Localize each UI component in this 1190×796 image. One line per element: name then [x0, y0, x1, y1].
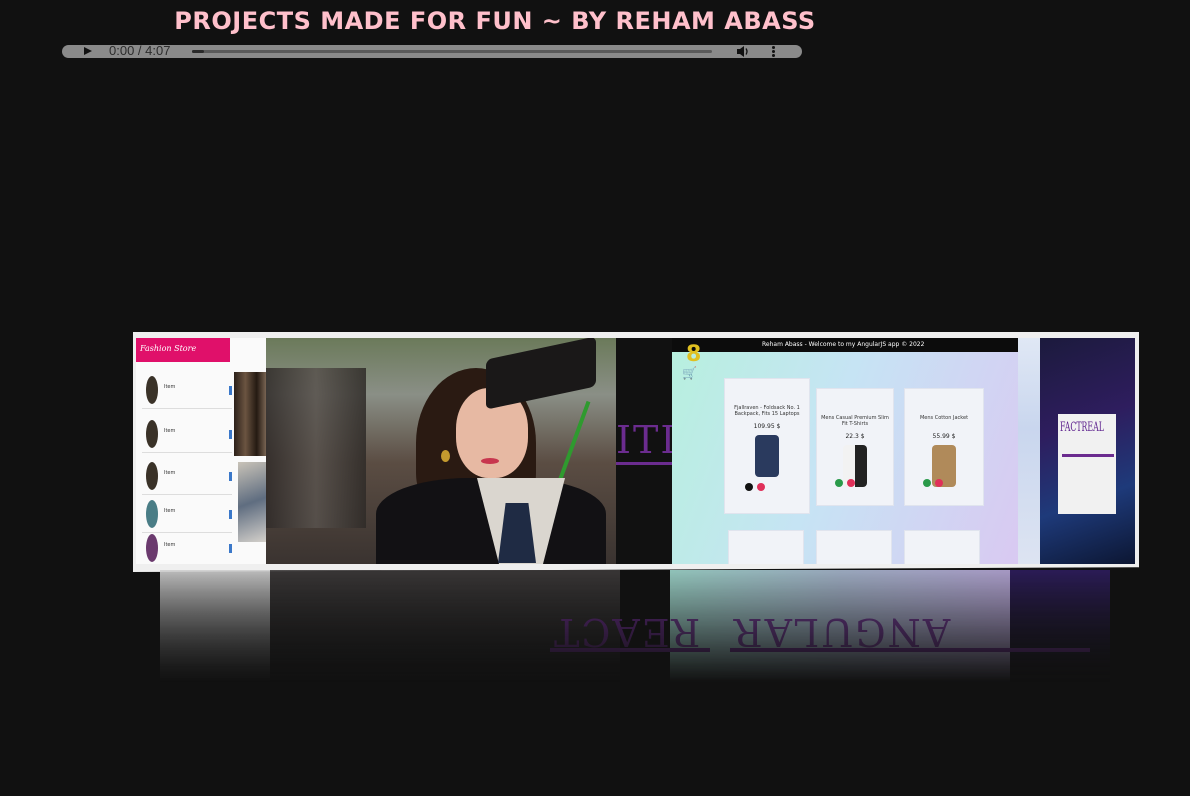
- reflection-underline: [730, 648, 1090, 652]
- product-price: 55.99 $: [932, 433, 956, 440]
- store-header: Fashion Store: [136, 338, 230, 362]
- view-button[interactable]: [745, 483, 753, 491]
- product-name: Mens Casual Premium Slim Fit T-Shirts: [821, 415, 889, 427]
- delete-button[interactable]: [935, 479, 943, 487]
- product-image: [234, 372, 266, 456]
- profile-photo: [266, 338, 616, 564]
- delete-button[interactable]: [847, 479, 855, 487]
- project-card-angular[interactable]: Reham Abass - Welcome to my AngularJS ap…: [672, 338, 1018, 564]
- play-icon[interactable]: [84, 47, 92, 55]
- audio-player[interactable]: 0:00 / 4:07: [62, 43, 802, 58]
- seek-bar[interactable]: [192, 50, 712, 53]
- list-item: Item: [142, 416, 232, 453]
- product-price: 109.95 $: [753, 423, 781, 430]
- volume-icon[interactable]: [736, 45, 750, 58]
- product-image: [755, 435, 779, 477]
- page: PROJECTS MADE FOR FUN ~ BY REHAM ABASS 0…: [0, 0, 1190, 796]
- react-content-box: FACTREAL: [1058, 414, 1116, 514]
- react-sidebar: [1018, 338, 1040, 564]
- carousel-reflection: REACT ANGULAR: [160, 570, 1110, 682]
- product-card[interactable]: Mens Cotton Jacket 55.99 $: [904, 388, 984, 506]
- product-card[interactable]: Fjallraven - Foldsack No. 1 Backpack, Fi…: [724, 378, 810, 514]
- angular-header-text: Reham Abass - Welcome to my AngularJS ap…: [762, 341, 925, 348]
- iti-label: ITI: [616, 418, 672, 462]
- product-card[interactable]: [728, 530, 804, 564]
- more-options-icon[interactable]: [772, 46, 776, 57]
- list-item: Item: [142, 372, 232, 409]
- product-name: Mens Cotton Jacket: [919, 415, 969, 421]
- cart-icon[interactable]: 🛒: [682, 366, 697, 380]
- product-card[interactable]: [904, 530, 980, 564]
- product-card[interactable]: [816, 530, 892, 564]
- graduation-cap: [486, 338, 596, 410]
- product-name: Fjallraven - Foldsack No. 1 Backpack, Fi…: [734, 405, 800, 417]
- list-item: Item: [142, 458, 232, 495]
- product-card[interactable]: Mens Casual Premium Slim Fit T-Shirts 22…: [816, 388, 894, 506]
- project-card-store[interactable]: Fashion Store Item Item Item Item Item: [136, 338, 266, 564]
- delete-button[interactable]: [757, 483, 765, 491]
- react-underline: [1062, 454, 1114, 457]
- view-button[interactable]: [835, 479, 843, 487]
- list-item: Item: [142, 530, 232, 564]
- product-price: 22.3 $: [845, 433, 865, 440]
- angular-header: Reham Abass - Welcome to my AngularJS ap…: [672, 338, 1018, 352]
- time-display: 0:00 / 4:07: [109, 43, 171, 58]
- list-item: Item: [142, 496, 232, 533]
- product-image: [238, 462, 266, 542]
- seek-bar-fill: [192, 50, 204, 53]
- page-title: PROJECTS MADE FOR FUN ~ BY REHAM ABASS: [174, 7, 816, 35]
- logo-icon: 8: [686, 342, 702, 367]
- react-heading: FACTREAL: [1060, 420, 1104, 435]
- project-label-iti[interactable]: ITI: [616, 338, 672, 564]
- reflection-underline: [550, 648, 710, 652]
- project-card-react[interactable]: FACTREAL: [1018, 338, 1135, 564]
- iti-underline: [616, 462, 672, 465]
- store-header-text: Fashion Store: [140, 344, 197, 353]
- view-button[interactable]: [923, 479, 931, 487]
- project-carousel[interactable]: Fashion Store Item Item Item Item Item I…: [133, 332, 1139, 572]
